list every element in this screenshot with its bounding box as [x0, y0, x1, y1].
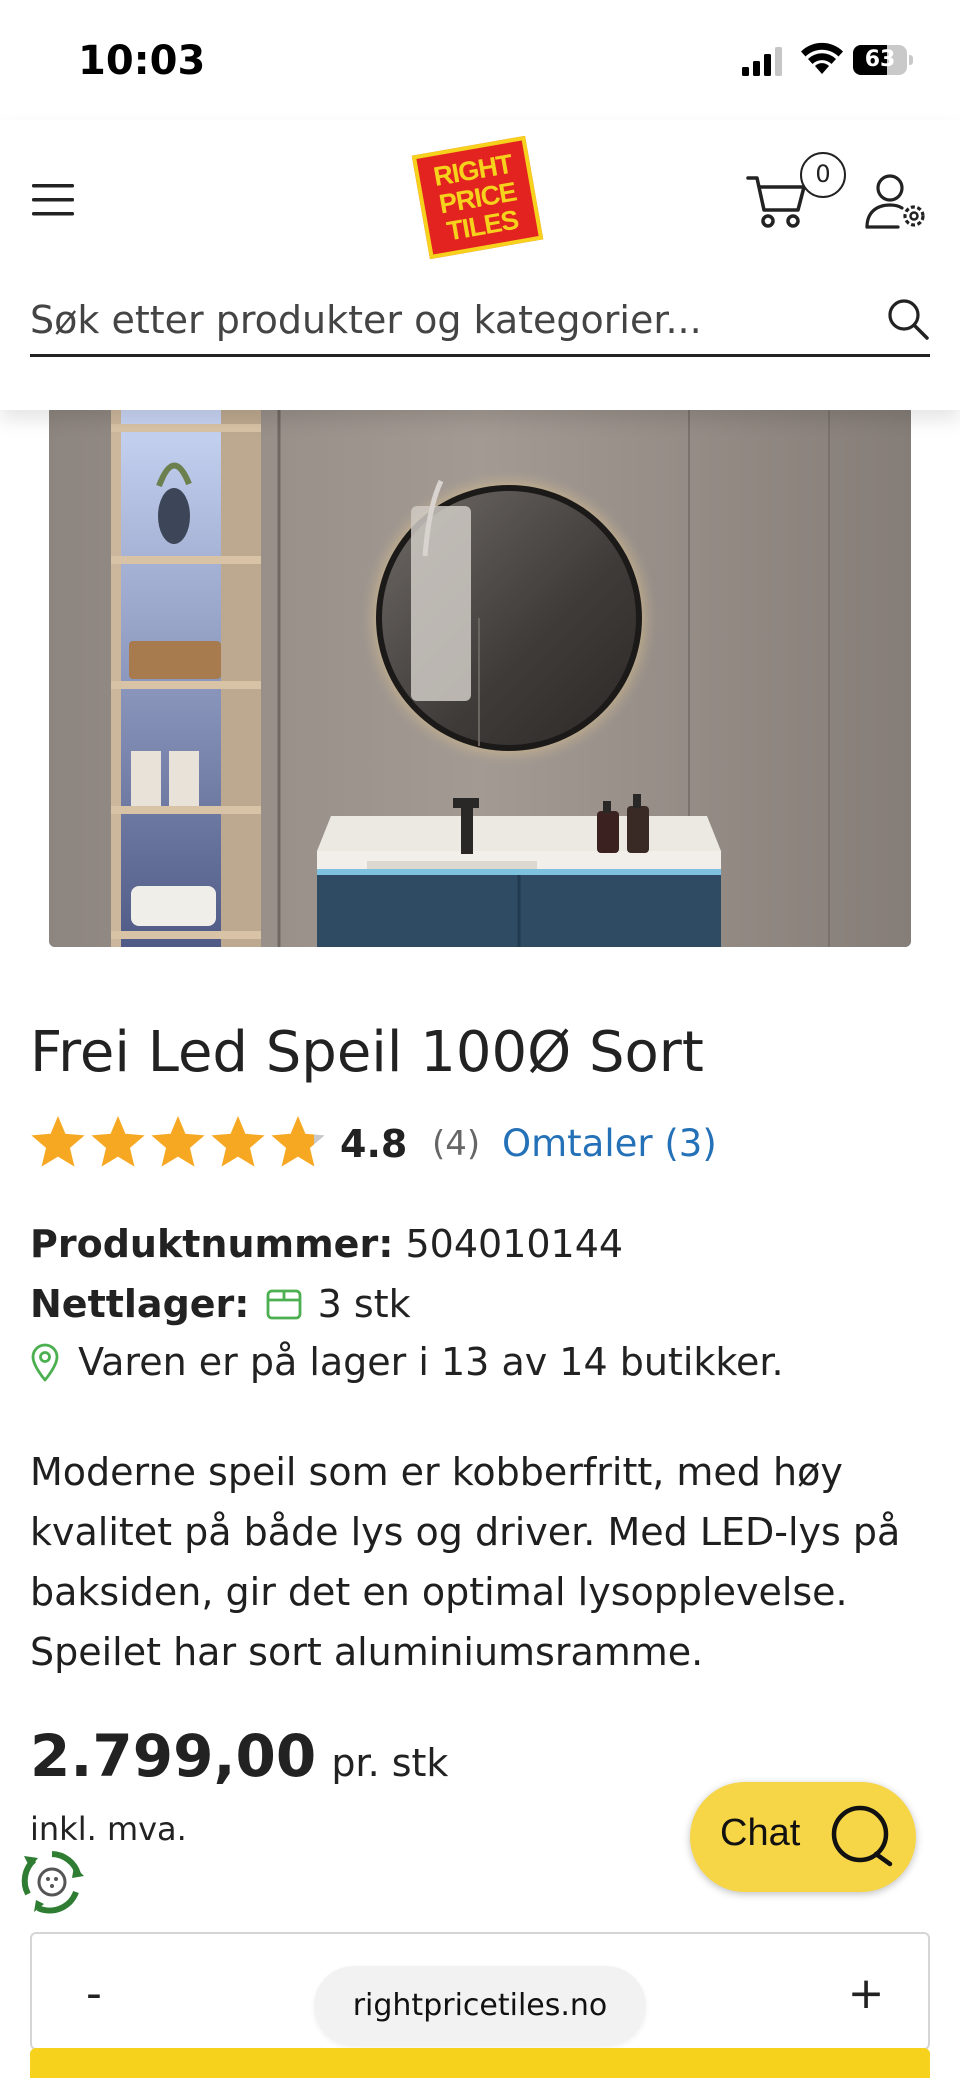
stock-line: Nettlager: 3 stk — [30, 1282, 411, 1326]
battery-level: 63 — [864, 47, 896, 72]
product-number-value: 504010144 — [405, 1222, 624, 1266]
product-price: 2.799,00 — [30, 1722, 317, 1790]
reviews-link[interactable]: Omtaler (3) — [502, 1122, 717, 1165]
shopping-cart-icon[interactable] — [746, 172, 808, 230]
price-row: 2.799,00 pr. stk — [30, 1722, 448, 1790]
battery-indicator: 63 — [853, 45, 913, 75]
star-1 — [31, 1116, 85, 1167]
quantity-increase-button[interactable]: + — [836, 1958, 896, 2028]
rating-value: 4.8 — [340, 1122, 408, 1166]
vat-note: inkl. mva. — [30, 1810, 187, 1844]
search-input[interactable] — [30, 293, 850, 347]
browser-url-bar[interactable]: rightpricetiles.no — [314, 1966, 646, 2046]
product-number-line: Produktnummer: 504010144 — [30, 1222, 623, 1266]
rating-count: (4) — [432, 1124, 481, 1164]
recycle-badge-icon[interactable] — [16, 1846, 88, 1918]
chat-bubble-icon — [831, 1805, 893, 1867]
quantity-decrease-button[interactable]: - — [64, 1958, 124, 2028]
product-description: Moderne speil som er kobberfritt, med hø… — [30, 1450, 901, 1674]
star-2 — [91, 1116, 145, 1167]
cellular-signal-icon — [742, 47, 782, 76]
stock-value: 3 stk — [317, 1282, 411, 1326]
product-page: 10:03 63 RIGHT PRICE TILES 0 Søk etter p… — [0, 0, 960, 2078]
chat-label: Chat — [720, 1812, 801, 1854]
store-availability-text: Varen er på lager i 13 av 14 butikker. — [78, 1340, 784, 1384]
wifi-icon — [801, 42, 843, 74]
product-title: Frei Led Speil 100Ø Sort — [30, 1020, 704, 1085]
cart-count-badge[interactable]: 0 — [800, 152, 846, 198]
magnifier-icon[interactable] — [886, 297, 930, 341]
stock-label: Nettlager: — [30, 1282, 250, 1326]
price-unit: pr. stk — [331, 1741, 449, 1785]
hamburger-menu-icon[interactable] — [30, 180, 76, 220]
status-bar: 10:03 63 — [0, 0, 960, 120]
rating-row: 4.8 (4) Omtaler (3) — [30, 1112, 930, 1176]
mirror-scene-illustration — [49, 406, 911, 947]
user-settings-icon[interactable] — [864, 172, 930, 232]
star-5 — [271, 1116, 325, 1167]
store-availability-line[interactable]: Varen er på lager i 13 av 14 butikker. — [30, 1340, 784, 1384]
star-rating — [31, 1116, 325, 1167]
map-pin-icon — [31, 1343, 59, 1382]
product-number-label: Produktnummer: — [30, 1222, 394, 1266]
box-icon — [266, 1289, 301, 1320]
status-time: 10:03 — [78, 38, 206, 84]
star-3 — [151, 1116, 205, 1167]
star-4 — [211, 1116, 265, 1167]
product-image[interactable] — [49, 406, 911, 947]
chat-button[interactable]: Chat — [690, 1782, 916, 1892]
search-bar — [30, 285, 930, 357]
site-header: RIGHT PRICE TILES 0 — [0, 120, 960, 410]
site-logo[interactable]: RIGHT PRICE TILES — [411, 135, 544, 260]
add-to-cart-button[interactable] — [30, 2048, 930, 2078]
